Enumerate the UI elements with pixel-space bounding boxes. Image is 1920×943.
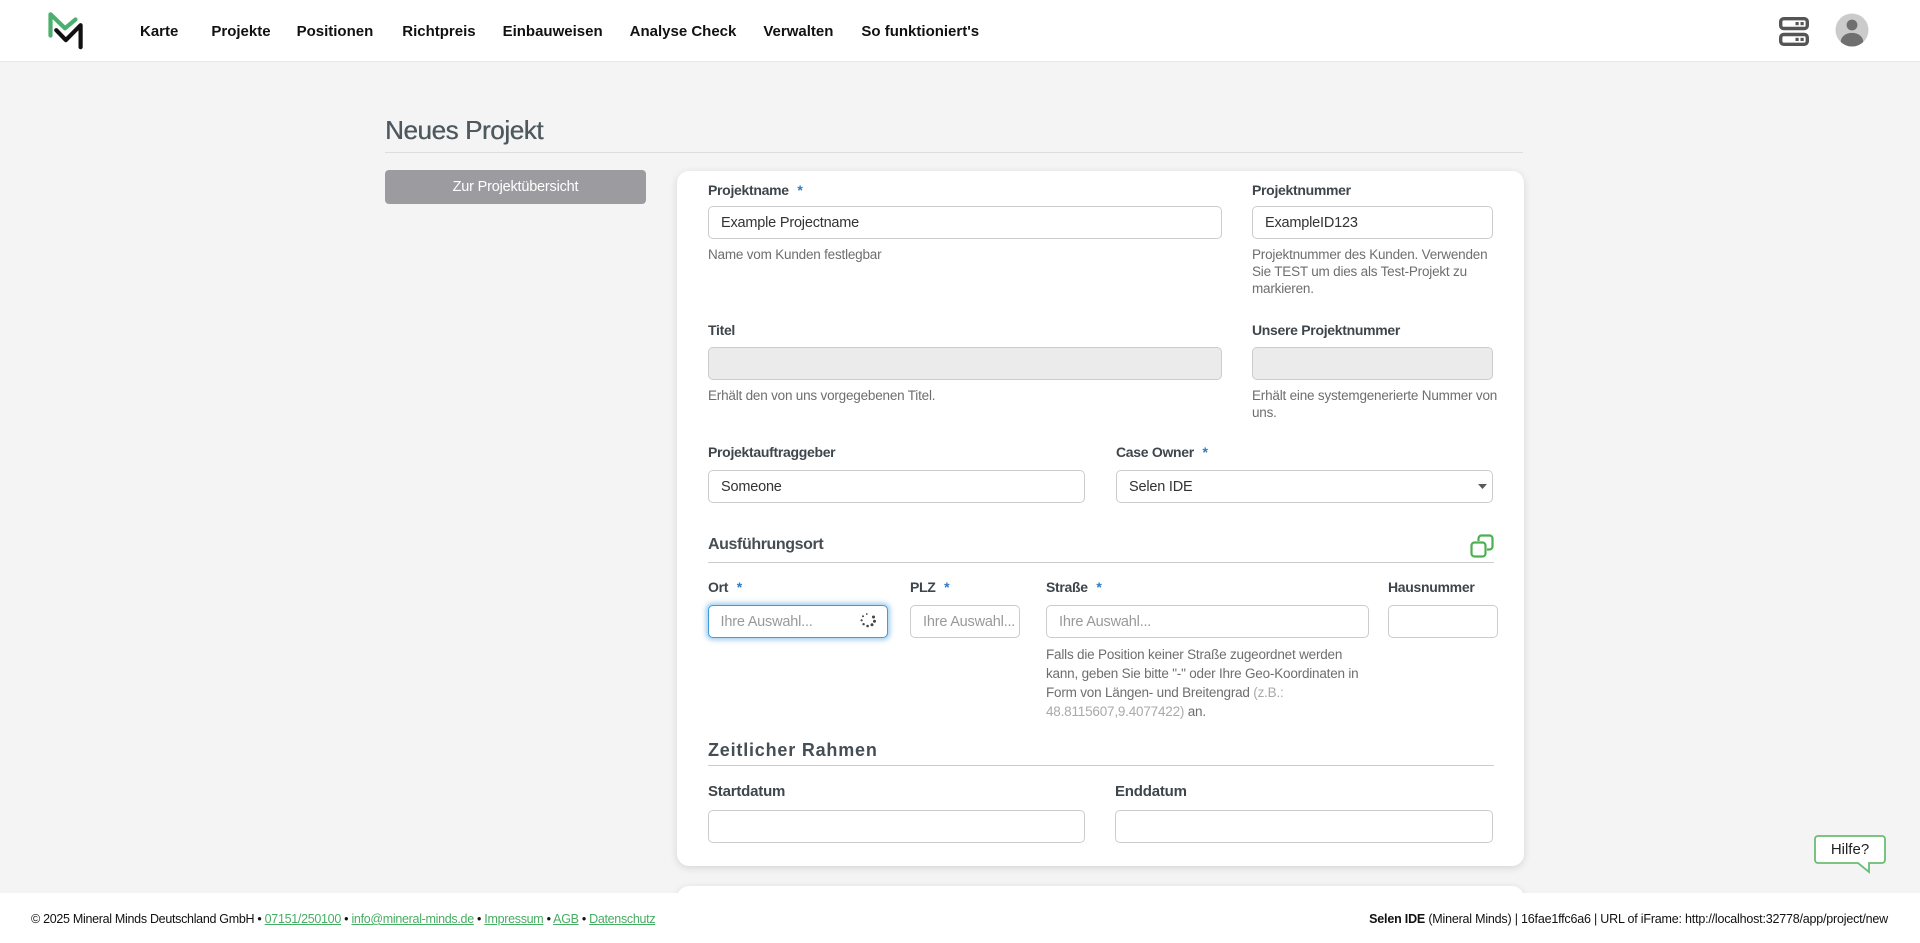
svg-text:Hilfe?: Hilfe? (1831, 841, 1869, 858)
